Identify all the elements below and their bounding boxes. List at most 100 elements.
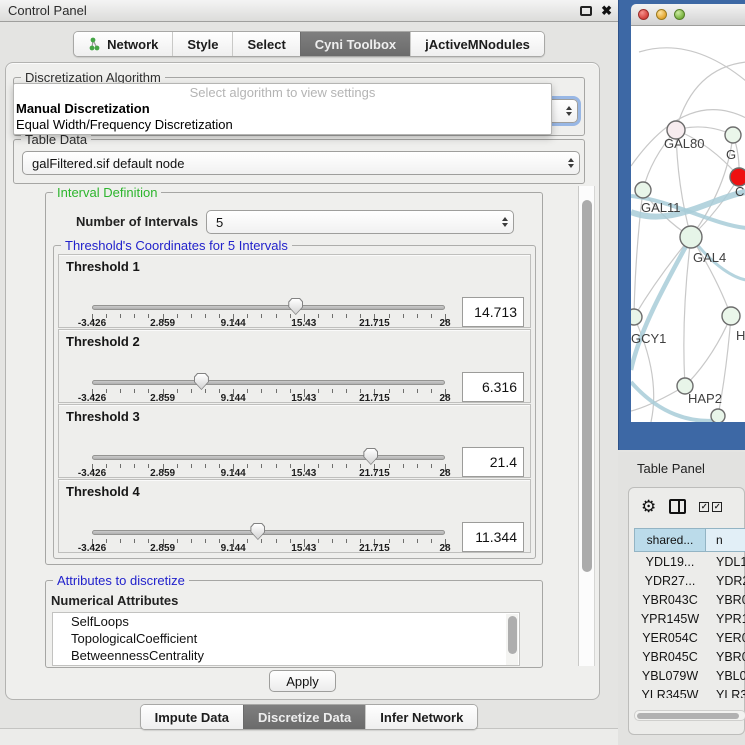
cell-shared-name: YLR345W: [634, 688, 706, 699]
attribute-list-item[interactable]: SelfLoops: [53, 613, 519, 630]
network-node-GCY1[interactable]: [631, 309, 642, 325]
table-data-combobox[interactable]: galFiltered.sif default node: [22, 151, 580, 175]
slider-thumb[interactable]: [363, 448, 378, 465]
table-row[interactable]: YPR145WYPR1: [634, 609, 745, 628]
cell-name: YPR1: [706, 612, 745, 626]
tab-jactivemnodules-label: jActiveMNodules: [425, 37, 530, 52]
slider-tick: [261, 314, 262, 318]
slider-tick-label: 2.859: [150, 543, 175, 554]
slider-tick: [247, 314, 248, 318]
slider-thumb[interactable]: [250, 523, 265, 540]
slider-tick-label: 2.859: [150, 318, 175, 329]
slider-tick: [205, 464, 206, 468]
table-row[interactable]: YER054CYER0: [634, 628, 745, 647]
number-of-intervals-combobox[interactable]: 5: [206, 210, 514, 234]
attributes-scrollbar-thumb[interactable]: [508, 616, 517, 654]
tab-discretize-data[interactable]: Discretize Data: [243, 705, 365, 729]
tab-cyni-toolbox[interactable]: Cyni Toolbox: [300, 32, 410, 56]
settings-scrollbar-thumb[interactable]: [582, 200, 592, 572]
tab-style[interactable]: Style: [172, 32, 232, 56]
network-node-node-top-right[interactable]: [725, 127, 741, 143]
table-panel: Table Panel ⚙ ✓ ✓ shared... n YDL19...YD…: [618, 452, 745, 745]
close-icon[interactable]: ✖: [601, 3, 612, 19]
control-panel-window: Control Panel ✖ Network Style Select Cyn…: [0, 0, 618, 745]
algorithm-option-manual[interactable]: Manual Discretization: [14, 101, 551, 117]
slider-tick: [191, 389, 192, 393]
network-node-node-right-mid[interactable]: [722, 307, 740, 325]
network-node-GAL11[interactable]: [635, 182, 651, 198]
table-horizontal-scrollbar[interactable]: [634, 710, 745, 721]
cell-shared-name: YDR27...: [634, 574, 706, 588]
threshold-value-field[interactable]: 11.344: [462, 522, 524, 552]
slider-tick: [431, 464, 432, 468]
split-view-icon[interactable]: [669, 499, 686, 514]
zoom-traffic-light-icon[interactable]: [674, 9, 685, 20]
tab-infer-network[interactable]: Infer Network: [365, 705, 477, 729]
slider-tick: [106, 389, 107, 393]
table-row[interactable]: YBR045CYBR0: [634, 647, 745, 666]
slider-tick: [276, 539, 277, 543]
network-node-label: C: [735, 184, 744, 199]
table-row[interactable]: YBR043CYBR0: [634, 590, 745, 609]
float-window-icon[interactable]: [580, 6, 592, 16]
network-icon: [88, 37, 102, 51]
checkbox-checked-icon[interactable]: ✓: [712, 502, 722, 512]
slider-track[interactable]: [92, 380, 445, 385]
attribute-list-item[interactable]: TopologicalCoefficient: [53, 630, 519, 647]
slider-track[interactable]: [92, 305, 445, 310]
threshold-value-field[interactable]: 6.316: [462, 372, 524, 402]
column-header-name[interactable]: n: [706, 528, 745, 552]
threshold-row: Threshold 3-3.4262.8599.14415.4321.71528…: [58, 404, 531, 478]
combo-spinner-icon: [496, 211, 513, 233]
tab-jactivemnodules[interactable]: jActiveMNodules: [410, 32, 544, 56]
network-node-label: GAL4: [693, 250, 726, 265]
slider-track[interactable]: [92, 455, 445, 460]
number-of-intervals-label: Number of Intervals: [76, 214, 198, 229]
table-row[interactable]: YBL079WYBL0: [634, 666, 745, 685]
checkbox-checked-icon[interactable]: ✓: [699, 502, 709, 512]
table-row[interactable]: YDR27...YDR2: [634, 571, 745, 590]
apply-button[interactable]: Apply: [269, 670, 336, 692]
slider-tick-label: -3.426: [78, 468, 106, 479]
network-canvas[interactable]: GAL80GCGAL11GAL4GCY1HHAP2: [631, 26, 745, 422]
column-header-shared-name[interactable]: shared...: [634, 528, 706, 552]
slider-tick-label: 28: [439, 543, 450, 554]
threshold-value-field[interactable]: 21.4: [462, 447, 524, 477]
threshold-value-field[interactable]: 14.713: [462, 297, 524, 327]
network-node-node-bottom[interactable]: [711, 409, 725, 422]
tab-select[interactable]: Select: [232, 32, 299, 56]
table-hscrollbar-thumb[interactable]: [637, 713, 739, 719]
cell-name: YDR2: [706, 574, 745, 588]
cell-name: YLR3: [706, 688, 745, 699]
tab-select-label: Select: [247, 37, 285, 52]
slider-track[interactable]: [92, 530, 445, 535]
bottom-strip: [0, 728, 618, 745]
slider-tick: [276, 464, 277, 468]
slider-tick: [134, 464, 135, 468]
settings-scrollbar[interactable]: [578, 186, 595, 666]
slider-tick-label: -3.426: [78, 393, 106, 404]
minimize-traffic-light-icon[interactable]: [656, 9, 667, 20]
attribute-list-item[interactable]: BetweennessCentrality: [53, 647, 519, 664]
numerical-attributes-list[interactable]: SelfLoopsTopologicalCoefficientBetweenne…: [52, 612, 520, 666]
slider-tick: [106, 539, 107, 543]
tab-cyni-toolbox-label: Cyni Toolbox: [315, 37, 396, 52]
tab-network[interactable]: Network: [74, 32, 172, 56]
algorithm-dropdown-popup: Select algorithm to view settings Manual…: [13, 83, 552, 135]
slider-thumb[interactable]: [194, 373, 209, 390]
network-graph: GAL80GCGAL11GAL4GCY1HHAP2: [631, 26, 745, 422]
table-row[interactable]: YDL19...YDL1: [634, 552, 745, 571]
attributes-scrollbar[interactable]: [506, 614, 518, 666]
numerical-attributes-label: Numerical Attributes: [51, 593, 178, 608]
slider-thumb[interactable]: [288, 298, 303, 315]
slider-tick: [120, 539, 121, 543]
tab-impute-data[interactable]: Impute Data: [141, 705, 243, 729]
table-header-row: shared... n: [634, 528, 745, 552]
threshold-row: Threshold 4-3.4262.8599.14415.4321.71528…: [58, 479, 531, 553]
table-row[interactable]: YLR345WYLR3: [634, 685, 745, 698]
network-node-GAL4[interactable]: [680, 226, 702, 248]
gear-icon[interactable]: ⚙: [641, 498, 656, 515]
algorithm-option-equal-width[interactable]: Equal Width/Frequency Discretization: [14, 117, 551, 133]
close-traffic-light-icon[interactable]: [638, 9, 649, 20]
threshold-label: Threshold 4: [66, 484, 140, 499]
